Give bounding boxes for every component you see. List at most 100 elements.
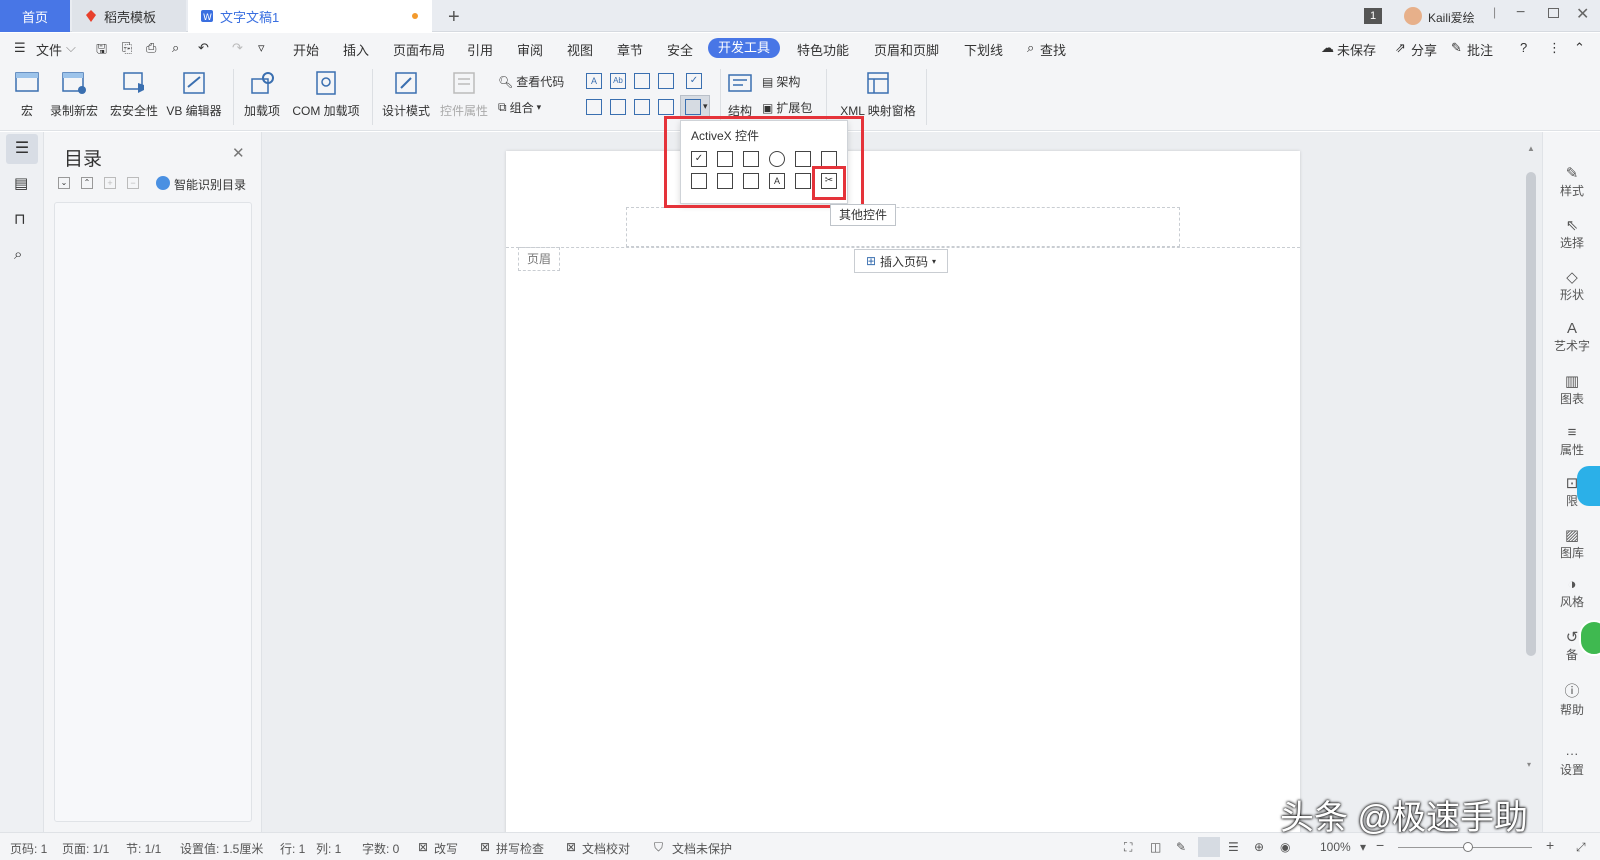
page-view-icon[interactable] [1198, 837, 1220, 857]
menu-review[interactable]: 审阅 [517, 40, 543, 59]
outline-view-icon[interactable]: ☰ [1228, 840, 1239, 854]
customize-toolbar-icon[interactable]: ▿ [258, 40, 265, 56]
fullscreen-icon[interactable]: ⛶ [1124, 840, 1132, 855]
option-control-icon[interactable] [634, 99, 650, 115]
toc-panel-icon[interactable]: ☰ [6, 134, 38, 164]
reading-mode-icon[interactable]: ◫ [1150, 840, 1161, 854]
status-col[interactable]: 列: 1 [316, 840, 341, 857]
combobox-control-icon[interactable] [586, 99, 602, 115]
status-row[interactable]: 行: 1 [280, 840, 305, 857]
properties-button[interactable]: ≡ 属性 [1543, 424, 1600, 458]
document-page[interactable]: 页眉 ⊞ 插入页码 ▾ [506, 151, 1300, 851]
hamburger-icon[interactable]: ☰ [14, 40, 26, 56]
chevron-down-icon[interactable]: ▾ [1360, 840, 1366, 854]
schema-button[interactable]: ▤ 架构 [762, 73, 800, 90]
menu-special-features[interactable]: 特色功能 [797, 40, 849, 59]
share-button[interactable]: 分享 [1411, 40, 1437, 59]
status-page[interactable]: 页码: 1 [10, 840, 47, 857]
user-name[interactable]: Kaili爱绘 [1428, 9, 1475, 26]
menu-security[interactable]: 安全 [667, 40, 693, 59]
close-window-icon[interactable]: ✕ [1576, 4, 1589, 24]
undo-icon[interactable]: ↶ [198, 40, 209, 56]
format-painter-icon[interactable]: ⎘ [122, 40, 132, 56]
menu-view[interactable]: 视图 [567, 40, 593, 59]
eye-protection-icon[interactable]: ◉ [1280, 840, 1290, 854]
new-tab-button[interactable]: + [448, 6, 460, 29]
vertical-scrollbar[interactable]: ▲ ▾ [1524, 136, 1538, 832]
progress-badge[interactable] [1579, 620, 1600, 656]
print-icon[interactable]: ⎙ [146, 40, 156, 56]
expand-icon[interactable]: ⌄ [58, 177, 70, 189]
header-area[interactable] [626, 207, 1180, 247]
collapse-icon[interactable]: ⌃ [81, 177, 93, 189]
macro-button[interactable]: 宏 [12, 63, 42, 119]
group-button[interactable]: ⧉ 组合 ▾ [498, 99, 541, 116]
status-pages[interactable]: 页面: 1/1 [62, 840, 109, 857]
status-revise[interactable]: 改写 [434, 840, 458, 857]
status-proof[interactable]: 文档校对 [582, 840, 630, 857]
macro-security-button[interactable]: 宏安全性 [106, 63, 162, 119]
menu-developer-tools[interactable]: 开发工具 [708, 38, 780, 58]
style-theme-button[interactable]: ◑ 风格 [1543, 576, 1600, 610]
chart-button[interactable]: ▥ 图表 [1543, 372, 1600, 407]
redo-icon[interactable]: ↷ [232, 40, 243, 56]
web-view-icon[interactable]: ⊕ [1254, 840, 1264, 854]
com-addins-button[interactable]: COM 加载项 [290, 63, 362, 119]
menu-page-layout[interactable]: 页面布局 [393, 40, 445, 59]
scrollbar-thumb[interactable] [1526, 172, 1536, 656]
add-level-icon[interactable]: + [104, 177, 116, 189]
status-words[interactable]: 字数: 0 [362, 840, 399, 857]
edit-mode-icon[interactable]: ✎ [1176, 840, 1186, 854]
shapes-button[interactable]: ◇ 形状 [1543, 268, 1600, 303]
checkbox-control-icon[interactable]: ✓ [686, 73, 702, 89]
unsaved-button[interactable]: 未保存 [1337, 40, 1376, 59]
insert-page-number-button[interactable]: ⊞ 插入页码 ▾ [854, 249, 948, 273]
search-icon[interactable]: ⌕ [1027, 40, 1034, 56]
menu-underline[interactable]: 下划线 [964, 40, 1003, 59]
maximize-icon[interactable] [1548, 8, 1559, 18]
fit-page-icon[interactable]: ⤢ [1576, 840, 1586, 855]
outline-icon[interactable]: ▤ [14, 174, 28, 192]
frame-control-icon[interactable] [658, 73, 674, 89]
image-control-icon[interactable] [634, 73, 650, 89]
menu-start[interactable]: 开始 [293, 40, 319, 59]
menu-header-footer[interactable]: 页眉和页脚 [874, 40, 939, 59]
zoom-level[interactable]: 100% [1320, 840, 1351, 854]
bookmark-icon[interactable]: ⊓ [14, 210, 26, 228]
select-button[interactable]: ⇖ 选择 [1543, 216, 1600, 251]
toggle-control-icon[interactable] [658, 99, 674, 115]
chevron-down-icon[interactable]: ⌵ [66, 40, 76, 56]
scroll-up-icon[interactable]: ▲ [1527, 144, 1535, 153]
more-icon[interactable]: ⋮ [1548, 40, 1561, 56]
expansion-pack-button[interactable]: ▣ 扩展包 [762, 99, 812, 116]
listbox-control-icon[interactable] [610, 99, 626, 115]
record-macro-button[interactable]: 录制新宏 [46, 63, 102, 119]
help-icon[interactable]: ? [1520, 40, 1527, 55]
xml-mapping-pane-button[interactable]: XML 映射窗格 [836, 63, 920, 119]
addins-button[interactable]: 加载项 [242, 63, 282, 119]
remove-level-icon[interactable]: − [127, 177, 139, 189]
styles-button[interactable]: ✎ 样式 [1543, 164, 1600, 199]
wordart-button[interactable]: A 艺术字 [1543, 320, 1600, 354]
status-section[interactable]: 节: 1/1 [126, 840, 161, 857]
help-button[interactable]: ⓘ 帮助 [1543, 680, 1600, 718]
design-mode-button[interactable]: 设计模式 [380, 63, 432, 119]
menu-file[interactable]: 文件 [36, 40, 62, 59]
print-preview-icon[interactable]: ⌕ [172, 40, 179, 56]
menu-insert[interactable]: 插入 [343, 40, 369, 59]
zoom-out-icon[interactable]: − [1376, 837, 1384, 853]
zoom-slider-thumb[interactable] [1463, 842, 1473, 852]
zoom-in-icon[interactable]: + [1546, 837, 1554, 853]
textbox-control-icon[interactable]: Ab [610, 73, 626, 89]
save-icon[interactable]: 🖫 [96, 40, 107, 62]
status-setting[interactable]: 设置值: 1.5厘米 [180, 840, 263, 857]
comment-button[interactable]: 批注 [1467, 40, 1493, 59]
menu-reference[interactable]: 引用 [467, 40, 493, 59]
gallery-button[interactable]: ▨ 图库 [1543, 526, 1600, 561]
smart-toc-button[interactable]: 智能识别目录 [174, 176, 246, 193]
structure-button[interactable]: 结构 [726, 63, 754, 119]
window-count-badge[interactable]: 1 [1364, 8, 1382, 24]
avatar[interactable] [1404, 7, 1422, 25]
floating-widget-icon[interactable] [1577, 466, 1600, 506]
minimize-icon[interactable]: − [1516, 4, 1525, 22]
